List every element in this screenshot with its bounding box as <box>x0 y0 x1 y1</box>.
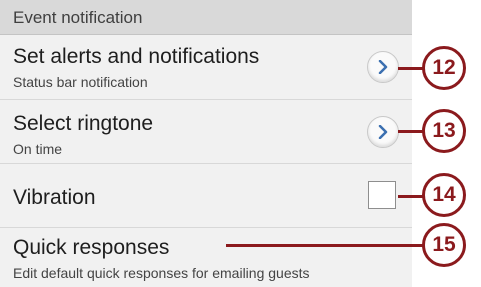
section-header: Event notification <box>0 0 412 35</box>
setting-row-alerts[interactable]: Set alerts and notifications Status bar … <box>0 35 412 100</box>
callout-badge: 14 <box>422 173 466 217</box>
chevron-right-icon[interactable] <box>367 51 399 83</box>
setting-subtitle: On time <box>13 141 63 157</box>
setting-title: Quick responses <box>13 236 170 259</box>
callout-badge: 12 <box>422 46 466 90</box>
setting-title: Select ringtone <box>13 112 154 135</box>
callout-line <box>398 130 424 133</box>
setting-subtitle: Status bar notification <box>13 74 148 90</box>
section-title: Event notification <box>13 8 143 27</box>
callout-line <box>226 244 424 247</box>
setting-title: Set alerts and notifications <box>13 45 260 68</box>
setting-subtitle: Edit default quick responses for emailin… <box>13 265 310 281</box>
setting-row-ringtone[interactable]: Select ringtone On time <box>0 100 412 164</box>
setting-row-vibration[interactable]: Vibration <box>0 164 412 228</box>
chevron-right-icon[interactable] <box>367 116 399 148</box>
callout-line <box>398 195 424 198</box>
callout-badge: 13 <box>422 109 466 153</box>
setting-row-quick-responses[interactable]: Quick responses Edit default quick respo… <box>0 228 412 287</box>
callout-line <box>398 67 424 70</box>
setting-title: Vibration <box>13 186 96 209</box>
callout-badge: 15 <box>422 223 466 267</box>
vibration-checkbox[interactable] <box>368 181 396 209</box>
